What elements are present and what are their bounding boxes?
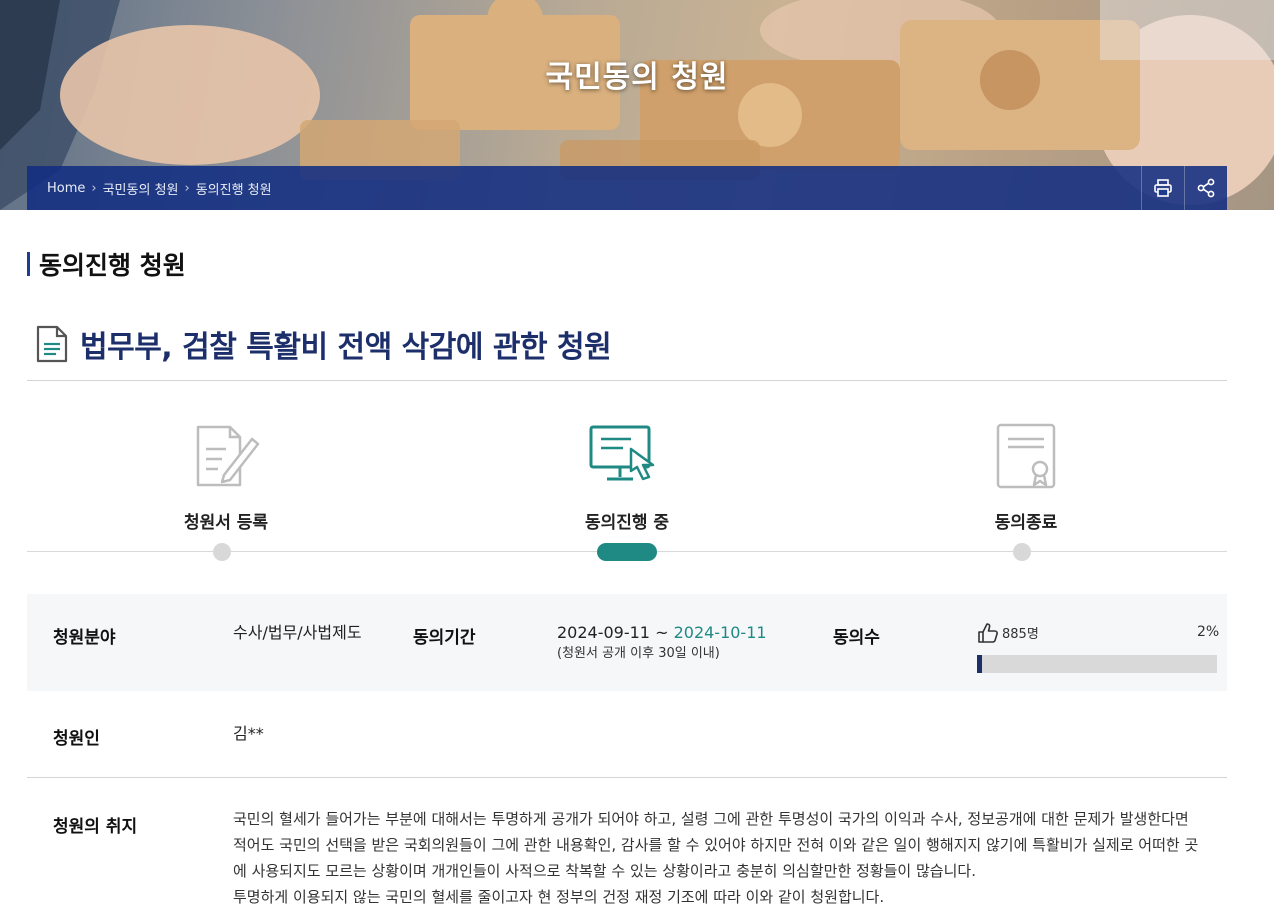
share-icon bbox=[1197, 178, 1215, 198]
step-label: 동의진행 중 bbox=[584, 513, 670, 533]
info-row-summary: 청원분야 수사/법무/사법제도 동의기간 2024-09-11 ~ 2024-1… bbox=[27, 594, 1227, 691]
count-value: 885명 bbox=[1002, 627, 1039, 642]
hero-banner: 국민동의 청원 Home › 국민동의 청원 › 동의진행 청원 bbox=[0, 0, 1274, 210]
document-icon bbox=[36, 325, 68, 363]
progress-percent: 2% bbox=[1197, 624, 1220, 640]
title-divider bbox=[27, 380, 1227, 381]
step-indicator-current bbox=[597, 543, 657, 561]
category-label: 청원분야 bbox=[53, 628, 116, 648]
document-write-icon bbox=[196, 425, 260, 487]
info-row-petitioner: 청원인 김** bbox=[27, 691, 1227, 777]
purpose-text: 국민의 혈세가 들어가는 부분에 대해서는 투명하게 공개가 되어야 하고, 설… bbox=[233, 806, 1223, 910]
step-label: 청원서 등록 bbox=[183, 513, 269, 533]
hero-title: 국민동의 청원 bbox=[545, 60, 729, 95]
step-dot-registration bbox=[213, 543, 231, 561]
purpose-label: 청원의 취지 bbox=[53, 817, 138, 837]
share-button[interactable] bbox=[1184, 166, 1227, 210]
count-display: 885명 bbox=[977, 622, 1039, 644]
purpose-line: 에 사용되지도 모르는 상황이며 개개인들이 사적으로 착복할 수 있는 상황이… bbox=[233, 862, 976, 880]
purpose-line: 국민의 혈세가 들어가는 부분에 대해서는 투명하게 공개가 되어야 하고, 설… bbox=[233, 810, 1189, 828]
step-dot-finished bbox=[1013, 543, 1031, 561]
breadcrumb-home[interactable]: Home bbox=[47, 181, 85, 196]
purpose-line: 투명하게 이용되지 않는 국민의 혈세를 줄이고자 현 정부의 건정 재정 기조… bbox=[233, 888, 885, 906]
print-button[interactable] bbox=[1141, 166, 1184, 210]
petition-title: 법무부, 검찰 특활비 전액 삭감에 관한 청원 bbox=[36, 322, 612, 366]
breadcrumb-bar: Home › 국민동의 청원 › 동의진행 청원 bbox=[27, 166, 1227, 210]
breadcrumb-separator: › bbox=[184, 180, 190, 196]
petitioner-value: 김** bbox=[233, 724, 264, 743]
agreement-progress-fill bbox=[977, 655, 982, 673]
period-range: 2024-09-11 ~ 2024-10-11 bbox=[557, 624, 767, 642]
period-end: 2024-10-11 bbox=[673, 623, 767, 642]
period-label: 동의기간 bbox=[413, 628, 476, 648]
breadcrumb-current[interactable]: 동의진행 청원 bbox=[196, 179, 272, 198]
period-separator: ~ bbox=[655, 623, 669, 642]
breadcrumb: Home › 국민동의 청원 › 동의진행 청원 bbox=[47, 166, 272, 210]
print-icon bbox=[1154, 179, 1172, 197]
monitor-click-icon bbox=[589, 425, 655, 481]
petitioner-label: 청원인 bbox=[53, 729, 100, 749]
breadcrumb-petitions[interactable]: 국민동의 청원 bbox=[103, 179, 179, 198]
period-note: (청원서 공개 이후 30일 이내) bbox=[557, 646, 720, 661]
section-title: 동의진행 청원 bbox=[39, 251, 186, 280]
step-finished: 동의종료 bbox=[896, 410, 1156, 533]
certificate-icon bbox=[996, 423, 1056, 489]
breadcrumb-separator: › bbox=[91, 180, 97, 196]
thumbs-up-icon bbox=[978, 623, 998, 643]
section-heading: 동의진행 청원 bbox=[27, 249, 186, 280]
info-row-purpose: 청원의 취지 국민의 혈세가 들어가는 부분에 대해서는 투명하게 공개가 되어… bbox=[27, 778, 1227, 924]
heading-accent-bar bbox=[27, 252, 30, 276]
category-value: 수사/법무/사법제도 bbox=[233, 623, 362, 642]
count-label: 동의수 bbox=[833, 628, 880, 648]
step-label: 동의종료 bbox=[994, 513, 1058, 533]
period-start: 2024-09-11 bbox=[557, 623, 650, 642]
petition-title-text: 법무부, 검찰 특활비 전액 삭감에 관한 청원 bbox=[80, 330, 612, 365]
purpose-line: 적어도 국민의 선택을 받은 국회의원들이 그에 관한 내용확인, 감사를 할 … bbox=[233, 836, 1199, 854]
step-in-progress: 동의진행 중 bbox=[497, 410, 757, 533]
step-registration: 청원서 등록 bbox=[96, 410, 356, 533]
agreement-progress-bar bbox=[977, 655, 1217, 673]
